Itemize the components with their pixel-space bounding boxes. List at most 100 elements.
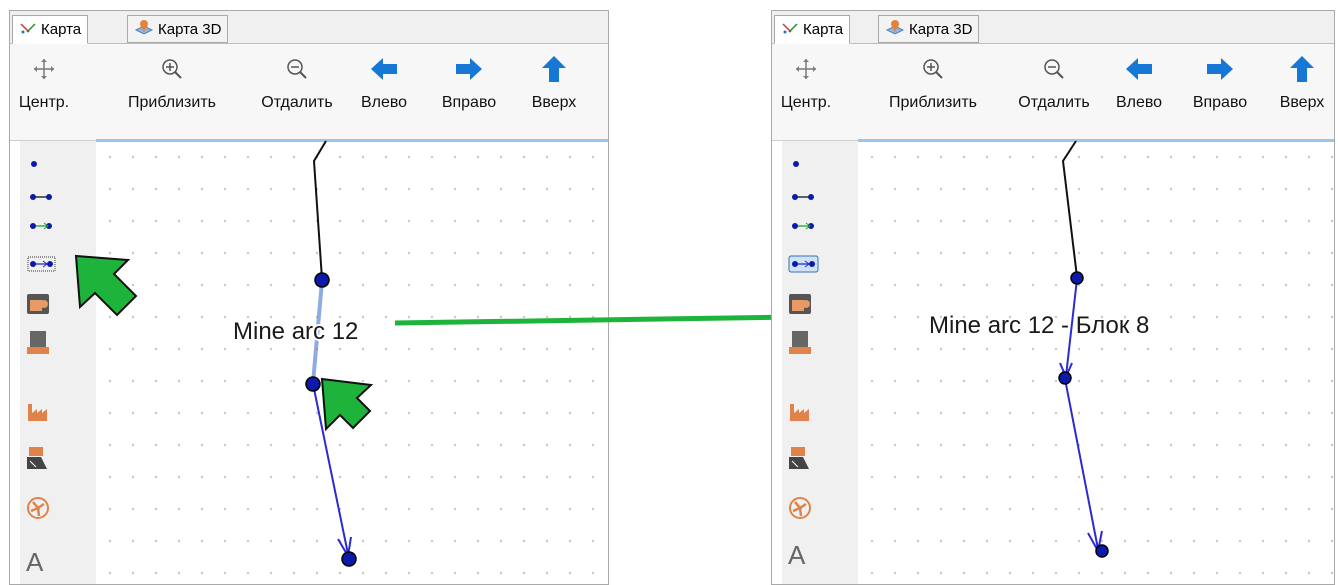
grid-dot [384,219,388,223]
factory-icon[interactable] [28,404,47,421]
dot-grid [870,155,1334,575]
line-icon[interactable] [30,194,52,200]
grid-dot [870,443,874,447]
grid-dot [407,187,411,191]
grid-dot [1261,475,1265,479]
grid-dot [453,347,457,351]
directed-arc-icon[interactable] [788,255,819,273]
node[interactable] [305,376,321,392]
grid-dot [476,379,480,383]
grid-dot [1238,379,1242,383]
grid-dot [1238,251,1242,255]
grid-dot [1169,283,1173,287]
grid-dot [591,507,595,511]
grid-dot [1123,219,1127,223]
grid-dot [962,411,966,415]
grid-dot [1077,411,1081,415]
grid-dot [1284,187,1288,191]
grid-dot [384,571,388,575]
grid-dot [384,379,388,383]
grid-dot [1008,219,1012,223]
grid-dot [1169,411,1173,415]
arc-label-before: Mine arc 12 [233,318,358,345]
directed-arc-icon[interactable] [27,256,56,272]
grid-dot [1031,219,1035,223]
fan-icon[interactable] [789,497,811,519]
grid-dot [939,379,943,383]
grid-dot [476,411,480,415]
mine-line-segment[interactable] [1061,140,1078,278]
grid-dot [568,507,572,511]
line-icon[interactable] [792,194,814,200]
grid-dot [985,539,989,543]
grid-dot [292,347,296,351]
callout-arrow-icon [74,254,138,317]
mine-line-segment[interactable] [312,140,327,280]
grid-dot [430,475,434,479]
grid-dot [453,507,457,511]
arc-icon[interactable] [30,222,52,230]
grid-dot [545,379,549,383]
grid-dot [591,251,595,255]
factory-icon[interactable] [790,404,809,421]
grid-dot [1077,219,1081,223]
grid-dot [177,347,181,351]
grid-dot [1215,251,1219,255]
grid-dot [1261,379,1265,383]
grid-dot [893,219,897,223]
grid-dot [939,443,943,447]
storage-icon[interactable] [789,294,811,314]
dot-grid [108,155,595,575]
grid-dot [269,539,273,543]
node[interactable] [314,272,330,288]
directed-arc[interactable] [1064,378,1099,550]
grid-dot [522,347,526,351]
grid-dot [1054,379,1058,383]
storage-icon[interactable] [27,294,49,314]
grid-dot [384,539,388,543]
grid-dot [108,411,112,415]
grid-dot [108,315,112,319]
loader-icon[interactable] [789,447,809,469]
grid-dot [246,539,250,543]
node[interactable] [1058,371,1072,385]
node[interactable] [341,551,357,567]
point-icon[interactable] [31,161,37,167]
grid-dot [430,283,434,287]
node[interactable] [1095,544,1109,558]
grid-dot [1330,379,1334,383]
grid-dot [246,347,250,351]
arc-icon[interactable] [792,222,814,230]
grid-dot [315,571,319,575]
grid-dot [246,219,250,223]
grid-dot [407,507,411,511]
grid-dot [939,507,943,511]
grid-dot [916,379,920,383]
fan-icon[interactable] [27,497,49,519]
loader-icon[interactable] [27,447,47,469]
grid-dot [1330,411,1334,415]
text-tool-icon[interactable]: A [26,547,44,577]
grid-dot [1284,507,1288,511]
grid-dot [591,187,595,191]
grid-dot [522,507,526,511]
grid-dot [384,155,388,159]
node[interactable] [1070,271,1084,285]
grid-dot [1261,155,1265,159]
grid-dot [1146,347,1150,351]
grid-dot [453,315,457,319]
point-icon[interactable] [793,161,799,167]
grid-dot [568,315,572,319]
machine-icon[interactable] [789,331,811,354]
grid-dot [177,379,181,383]
grid-dot [269,379,273,383]
grid-dot [893,283,897,287]
machine-icon[interactable] [27,331,49,354]
grid-dot [916,315,920,319]
grid-dot [361,507,365,511]
grid-dot [916,411,920,415]
grid-dot [338,475,342,479]
grid-dot [1031,443,1035,447]
grid-dot [1054,507,1058,511]
text-tool-icon[interactable]: A [788,540,806,570]
